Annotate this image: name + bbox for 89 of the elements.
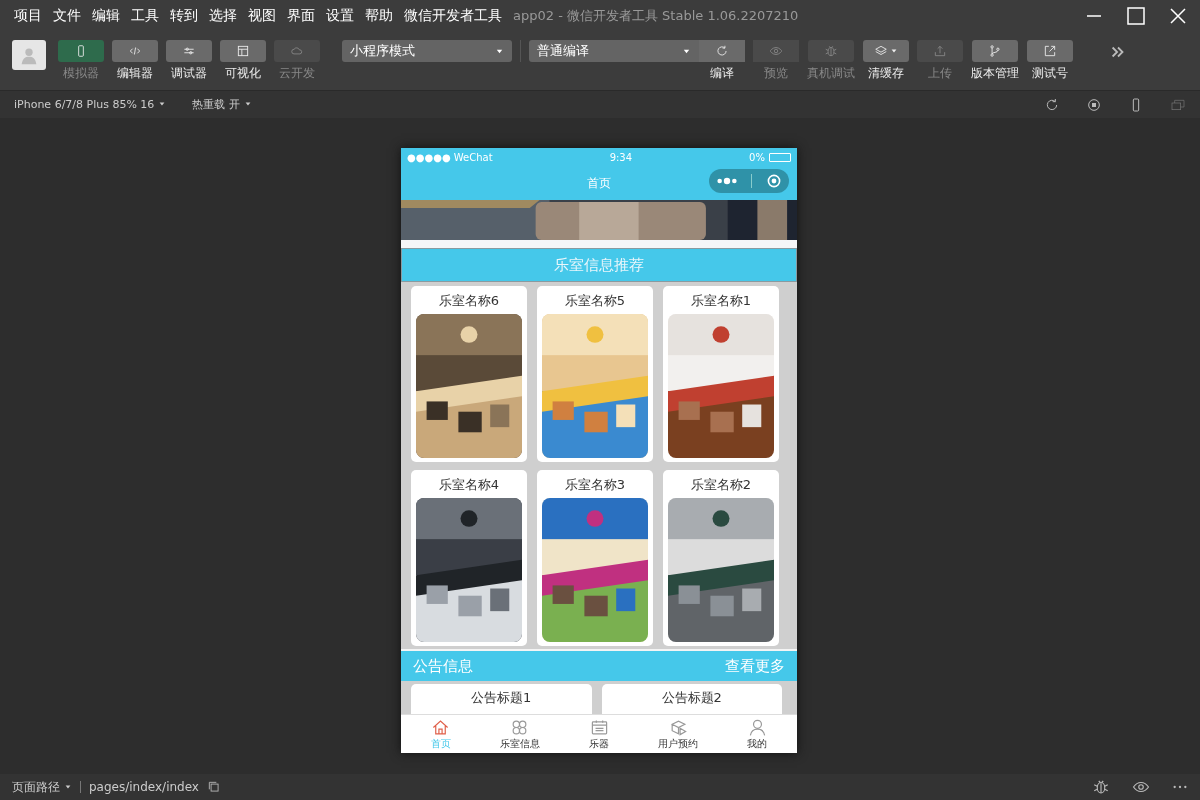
menu-item[interactable]: 转到 (170, 7, 198, 25)
caret-icon (243, 100, 252, 108)
caret-icon (158, 100, 167, 108)
toolbar-label: 编译 (710, 65, 734, 82)
toolbar-label: 编辑器 (117, 65, 153, 82)
hot-reload-toggle[interactable]: 热重载 开 (192, 97, 252, 112)
toolbar-label: 清缓存 (868, 65, 904, 82)
menu-item[interactable]: 编辑 (92, 7, 120, 25)
room-name: 乐室名称4 (438, 476, 500, 494)
battery-icon (769, 152, 791, 162)
room-name: 乐室名称1 (690, 292, 752, 310)
room-card[interactable]: 乐室名称3 (537, 470, 653, 646)
caret-icon (890, 47, 898, 55)
device-select[interactable]: iPhone 6/7/8 Plus 85% 16 (14, 98, 167, 111)
more-icon[interactable] (1172, 784, 1188, 790)
menu-item[interactable]: 选择 (209, 7, 237, 25)
more-icon[interactable] (715, 177, 738, 185)
room-card[interactable]: 乐室名称4 (411, 470, 527, 646)
room-name: 乐室名称6 (438, 292, 500, 310)
menu-item[interactable]: 设置 (326, 7, 354, 25)
toolbar-button[interactable] (112, 40, 158, 62)
branch-icon (988, 44, 1002, 58)
code-icon (128, 44, 142, 58)
eye-icon (769, 44, 783, 58)
refresh-icon (715, 44, 729, 58)
section-header: 乐室信息推荐 (401, 248, 797, 282)
toolbar-button[interactable] (58, 40, 104, 62)
menu-item[interactable]: 帮助 (365, 7, 393, 25)
menu-item[interactable]: 微信开发者工具 (404, 7, 502, 25)
toolbar-label: 真机调试 (807, 65, 855, 82)
menu-item[interactable]: 界面 (287, 7, 315, 25)
upload-icon (933, 44, 947, 58)
toolbar-label: 测试号 (1032, 65, 1068, 82)
toolbar-button[interactable] (972, 40, 1018, 62)
toolbar-label: 可视化 (225, 65, 261, 82)
battery-text: 0% (749, 151, 765, 163)
stop-icon[interactable] (1086, 96, 1102, 113)
maximize-icon[interactable] (1126, 6, 1146, 26)
status-time: 9:34 (609, 151, 633, 163)
page-title: 首页 (587, 174, 611, 192)
tab-item[interactable]: 乐室信息 (480, 715, 560, 753)
menu-item[interactable]: 项目 (14, 7, 42, 25)
home-icon (431, 717, 451, 737)
tab-item[interactable]: 用户预约 (638, 715, 718, 753)
target-icon[interactable] (766, 173, 783, 189)
toolbar-button[interactable] (220, 40, 266, 62)
external-icon (1043, 44, 1057, 58)
menu-item[interactable]: 文件 (53, 7, 81, 25)
mode-dropdown[interactable]: 小程序模式 (342, 40, 512, 62)
page-path: pages/index/index (89, 780, 199, 794)
notice-card[interactable]: 公告标题1 (411, 684, 592, 714)
room-card[interactable]: 乐室名称6 (411, 286, 527, 462)
caret-icon (64, 782, 72, 791)
toolbar-label: 云开发 (279, 65, 315, 82)
toolbar-label: 调试器 (171, 65, 207, 82)
menu-item[interactable]: 工具 (131, 7, 159, 25)
refresh-icon (1044, 96, 1060, 113)
box-icon (668, 717, 688, 737)
bug-icon (824, 44, 838, 58)
toolbar-button[interactable] (166, 40, 212, 62)
capsule-menu[interactable] (709, 169, 789, 193)
room-card[interactable]: 乐室名称2 (663, 470, 779, 646)
room-name: 乐室名称5 (564, 292, 626, 310)
compile-dropdown[interactable]: 普通编译 (529, 40, 699, 62)
room-name: 乐室名称3 (564, 476, 626, 494)
toolbar-button[interactable] (863, 40, 909, 62)
room-card[interactable]: 乐室名称5 (537, 286, 653, 462)
user-icon (747, 717, 767, 737)
toolbar-label: 模拟器 (63, 65, 99, 82)
copy-icon[interactable] (206, 780, 221, 794)
bug-icon (1092, 778, 1110, 796)
toolbar-label: 版本管理 (971, 65, 1019, 82)
carrier-text: ●●●●● WeChat (407, 151, 493, 163)
layers-icon (874, 44, 888, 58)
room-card[interactable]: 乐室名称1 (663, 286, 779, 462)
toolbar-button[interactable] (699, 40, 745, 62)
toolbar-button[interactable] (1027, 40, 1073, 62)
tab-item[interactable]: 我的 (717, 715, 797, 753)
notice-card[interactable]: 公告标题2 (601, 684, 782, 714)
section-title: 公告信息 (413, 656, 473, 676)
page-path-select[interactable]: 页面路径 (12, 778, 72, 796)
tab-item[interactable]: 乐器 (559, 715, 639, 753)
room-name: 乐室名称2 (690, 476, 752, 494)
toolbar-label: 预览 (764, 65, 788, 82)
window-title: app02 - 微信开发者工具 Stable 1.06.2207210 (513, 7, 799, 25)
menu-item[interactable]: 视图 (248, 7, 276, 25)
close-icon[interactable] (1168, 6, 1188, 26)
layout-icon (236, 44, 250, 58)
cloud-icon (290, 44, 304, 58)
